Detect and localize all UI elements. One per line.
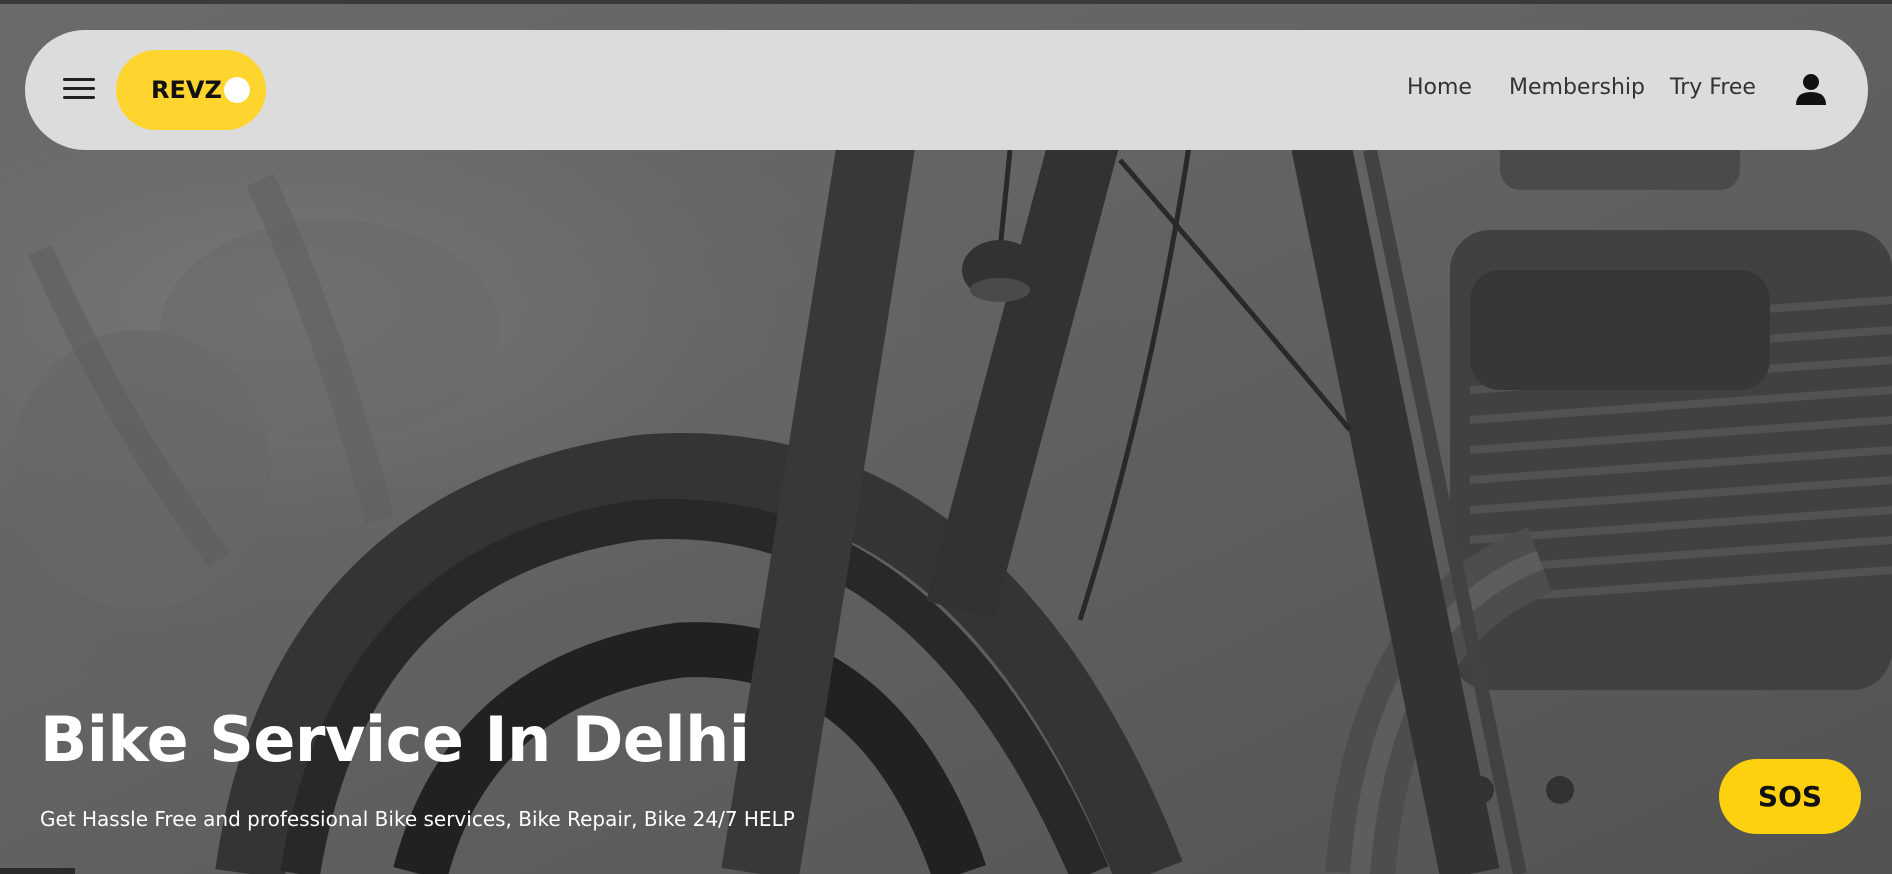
top-navbar: REVZ Home Membership Try Free (25, 30, 1868, 150)
nav-link-home[interactable]: Home (1407, 73, 1472, 103)
nav-link-try-free[interactable]: Try Free (1670, 73, 1756, 103)
hero-title: Bike Service In Delhi (40, 703, 750, 776)
logo-dot-icon (224, 77, 250, 103)
nav-link-membership[interactable]: Membership (1509, 73, 1645, 103)
top-edge-bar (0, 0, 1892, 4)
bottom-strip (0, 868, 75, 874)
revz-logo[interactable]: REVZ (116, 50, 266, 130)
hero-section: REVZ Home Membership Try Free Bike Servi… (0, 0, 1892, 874)
user-icon[interactable] (1793, 71, 1829, 107)
logo-text: REVZ (151, 76, 222, 104)
sos-label: SOS (1757, 780, 1823, 813)
hamburger-menu-icon[interactable] (63, 76, 95, 102)
sos-button[interactable]: SOS (1719, 759, 1861, 834)
hero-subtitle: Get Hassle Free and professional Bike se… (40, 807, 795, 831)
